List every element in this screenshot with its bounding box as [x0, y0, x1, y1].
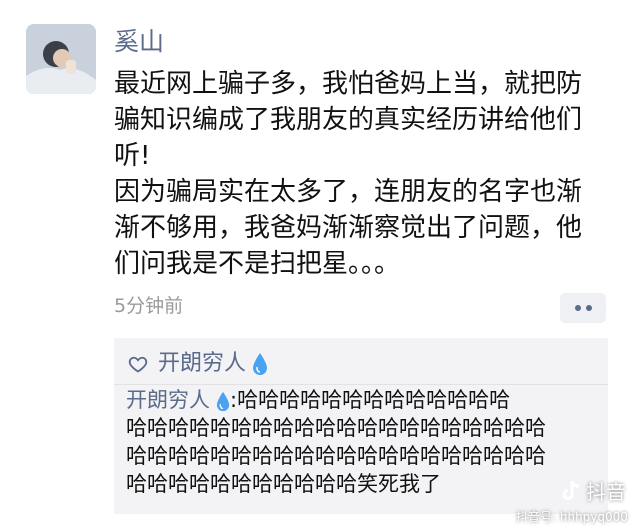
post-username[interactable]: 奚山	[114, 26, 164, 58]
post-text-line: 因为骗局实在太多了，连朋友的名字也渐	[114, 177, 583, 207]
avatar[interactable]	[26, 24, 96, 94]
avatar-photo	[26, 24, 96, 94]
post-text-line: 们问我是不是扫把星。。。	[114, 249, 401, 279]
post-text: 最近网上骗子多，我怕爸妈上当，就把防 骗知识编成了我朋友的真实经历讲给他们 听!…	[114, 66, 614, 282]
post-text-line: 最近网上骗子多，我怕爸妈上当，就把防	[114, 69, 583, 99]
watermark-account: 抖音号: hhhpyq000	[516, 510, 628, 524]
moment-post: 奚山 最近网上骗子多，我怕爸妈上当，就把防 骗知识编成了我朋友的真实经历讲给他们…	[0, 0, 640, 530]
douyin-watermark: 抖音	[560, 476, 626, 505]
watermark-brand: 抖音	[586, 480, 626, 504]
comment-line: 哈哈哈哈哈哈哈哈哈哈哈哈哈哈哈哈哈哈哈哈	[126, 416, 546, 440]
comment-line: 哈哈哈哈哈哈哈哈哈哈哈笑死我了	[126, 472, 441, 496]
like-user-name[interactable]: 开朗穷人	[158, 349, 246, 379]
likes-row: 开朗穷人	[128, 346, 268, 382]
more-options-button[interactable]	[560, 293, 606, 323]
tiktok-logo-icon	[562, 480, 580, 500]
post-text-line: 渐不够用，我爸妈渐渐察觉出了问题，他	[114, 213, 583, 243]
dot-icon	[574, 305, 581, 311]
comment-author[interactable]: 开朗穷人	[126, 388, 210, 412]
comment-line: 开朗穷人:哈哈哈哈哈哈哈哈哈哈哈哈哈	[126, 386, 602, 414]
dot-icon	[585, 305, 592, 311]
divider	[114, 384, 608, 385]
comment-line: 哈哈哈哈哈哈哈哈哈哈哈哈哈哈哈哈哈哈哈哈	[126, 444, 546, 468]
heart-icon	[128, 356, 148, 373]
post-text-line: 听!	[114, 141, 151, 171]
water-drop-icon	[253, 353, 268, 375]
comment-item[interactable]: 开朗穷人:哈哈哈哈哈哈哈哈哈哈哈哈哈 哈哈哈哈哈哈哈哈哈哈哈哈哈哈哈哈哈哈哈哈 …	[126, 386, 602, 498]
water-drop-icon	[216, 391, 230, 411]
post-text-line: 骗知识编成了我朋友的真实经历讲给他们	[114, 105, 583, 135]
post-timestamp: 5分钟前	[114, 295, 184, 317]
interaction-panel: 开朗穷人 开朗穷人:哈哈哈哈哈哈哈哈哈哈哈哈哈 哈哈哈哈哈哈哈哈哈哈哈哈哈哈哈哈…	[114, 338, 608, 514]
comment-text: 哈哈哈哈哈哈哈哈哈哈哈哈哈	[237, 388, 511, 412]
